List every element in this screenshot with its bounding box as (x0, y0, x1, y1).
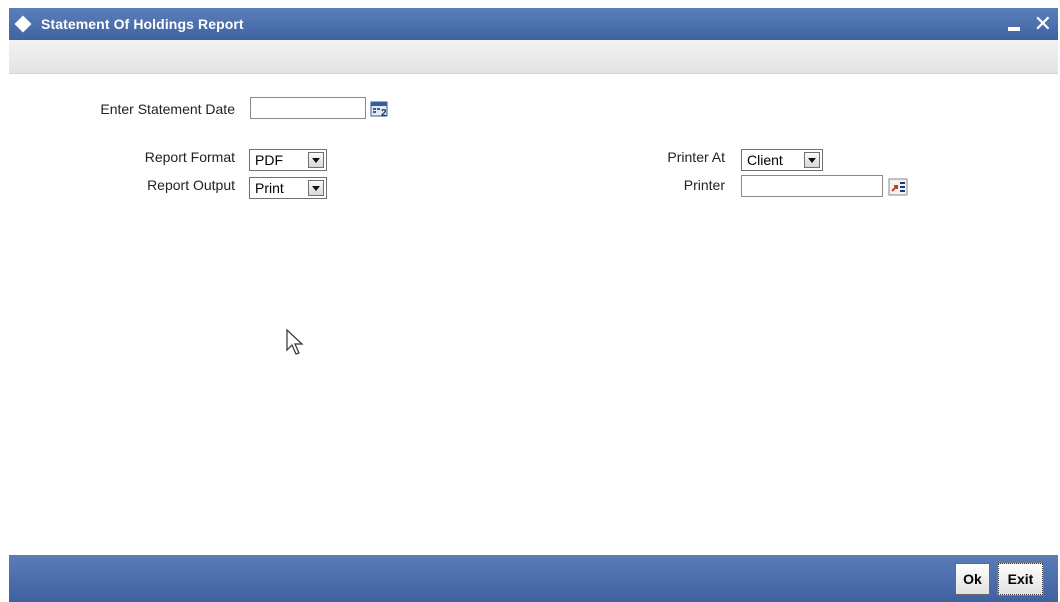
lookup-icon[interactable] (888, 178, 908, 196)
printer-at-label: Printer At (667, 149, 725, 165)
mouse-pointer-icon (286, 328, 304, 355)
report-output-label: Report Output (147, 177, 235, 193)
toolbar-strip (9, 40, 1058, 74)
report-format-select[interactable]: PDF (249, 149, 327, 171)
window-title: Statement Of Holdings Report (41, 16, 244, 32)
report-output-select[interactable]: Print (249, 177, 327, 199)
footer-bar: Ok Exit (9, 555, 1058, 602)
printer-label: Printer (683, 177, 725, 193)
printer-at-value: Client (747, 152, 783, 168)
printer-at-select[interactable]: Client (741, 149, 823, 171)
close-icon[interactable]: ✕ (1034, 13, 1052, 35)
calendar-icon[interactable]: 2 (370, 100, 390, 118)
report-format-label: Report Format (144, 149, 235, 165)
printer-field[interactable] (741, 175, 883, 197)
exit-button[interactable]: Exit (997, 562, 1044, 596)
statement-date-input[interactable] (251, 98, 365, 118)
statement-date-field[interactable] (250, 97, 366, 119)
ok-button[interactable]: Ok (955, 563, 990, 595)
chevron-down-icon[interactable] (308, 152, 324, 168)
report-format-value: PDF (255, 152, 283, 168)
report-output-value: Print (255, 180, 284, 196)
window-titlebar: Statement Of Holdings Report ✕ (9, 8, 1058, 40)
window-controls: ✕ (1007, 8, 1052, 40)
minimize-icon[interactable] (1007, 27, 1020, 31)
chevron-down-icon[interactable] (804, 152, 820, 168)
svg-text:2: 2 (381, 108, 387, 118)
window-diamond-icon (14, 15, 32, 33)
chevron-down-icon[interactable] (308, 180, 324, 196)
statement-date-label: Enter Statement Date (100, 101, 235, 117)
printer-input[interactable] (742, 176, 882, 196)
